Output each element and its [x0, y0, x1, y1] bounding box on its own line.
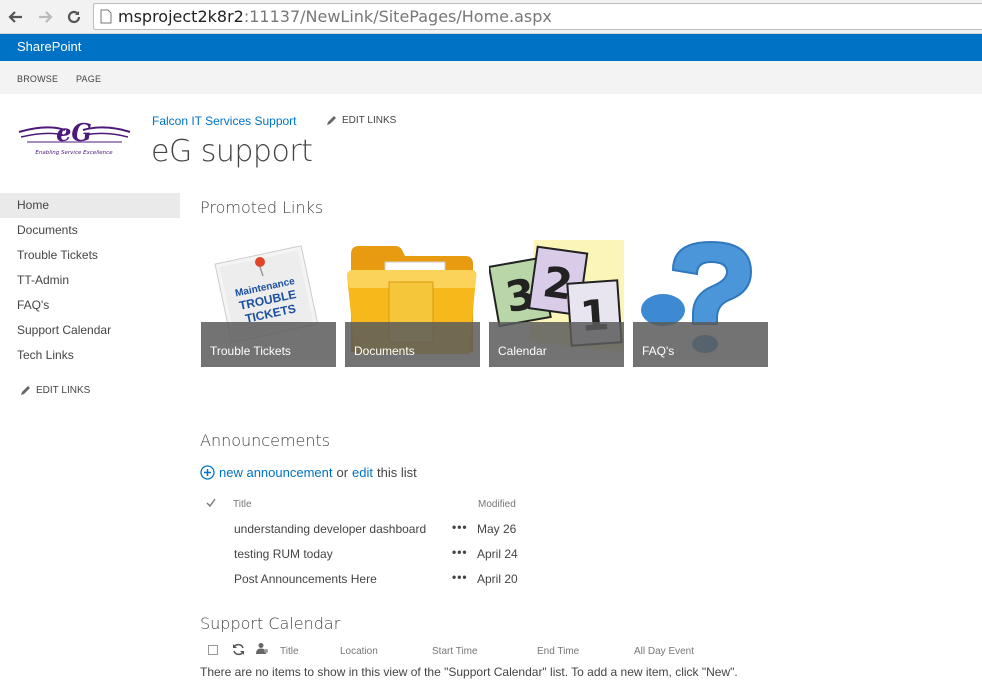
- column-title[interactable]: Title: [233, 499, 252, 510]
- nav-item-documents[interactable]: Documents: [0, 218, 180, 243]
- url-host: msproject2k8r2: [118, 7, 244, 26]
- tile-trouble-tickets[interactable]: Maintenance TROUBLE TICKETS Trouble Tick…: [201, 232, 336, 367]
- nav-item-support-calendar[interactable]: Support Calendar: [0, 318, 180, 343]
- pencil-icon: [20, 385, 31, 396]
- nav-item-tech-links[interactable]: Tech Links: [0, 343, 180, 368]
- url-path: :11137/NewLink/SitePages/Home.aspx: [243, 7, 552, 26]
- site-logo[interactable]: eG Enabling Service Excellence: [17, 110, 132, 160]
- edit-links-label: EDIT LINKS: [342, 115, 397, 126]
- quick-launch: Home Documents Trouble Tickets TT-Admin …: [0, 193, 180, 368]
- edit-links-top[interactable]: EDIT LINKS: [326, 115, 396, 126]
- logo-text: eG: [56, 118, 92, 147]
- nav-item-trouble-tickets[interactable]: Trouble Tickets: [0, 243, 180, 268]
- announcement-modified: May 26: [477, 522, 517, 536]
- add-icon[interactable]: [200, 465, 215, 480]
- tile-faqs[interactable]: FAQ's: [633, 232, 768, 367]
- tile-label: Documents: [345, 322, 480, 367]
- new-announcement-link[interactable]: new announcement: [219, 465, 332, 480]
- support-calendar-heading: Support Calendar: [200, 614, 341, 633]
- announcement-title[interactable]: testing RUM today: [234, 547, 333, 561]
- announcements-heading: Announcements: [200, 431, 331, 450]
- announcement-modified: April 20: [477, 572, 518, 586]
- edit-links-label: EDIT LINKS: [36, 385, 91, 396]
- site-breadcrumb-link[interactable]: Falcon IT Services Support: [152, 114, 297, 128]
- checkmark-icon[interactable]: [206, 498, 216, 508]
- nav-item-tt-admin[interactable]: TT-Admin: [0, 268, 180, 293]
- announcement-actions: new announcement or edit this list: [200, 465, 417, 480]
- column-start-time[interactable]: Start Time: [432, 646, 478, 657]
- tile-documents[interactable]: Documents: [345, 232, 480, 367]
- announcement-title[interactable]: Post Announcements Here: [234, 572, 377, 586]
- tab-browse[interactable]: BROWSE: [17, 74, 58, 84]
- ribbon: BROWSE PAGE: [0, 61, 982, 94]
- tile-label: FAQ's: [633, 322, 768, 367]
- or-text: or: [336, 465, 349, 480]
- this-list-text: this list: [377, 465, 417, 480]
- announcement-title[interactable]: understanding developer dashboard: [234, 522, 426, 536]
- edit-list-link[interactable]: edit: [352, 465, 373, 480]
- address-bar[interactable]: msproject2k8r2:11137/NewLink/SitePages/H…: [93, 3, 982, 30]
- pencil-icon: [326, 115, 337, 126]
- tab-page[interactable]: PAGE: [76, 74, 101, 84]
- edit-links-nav[interactable]: EDIT LINKS: [20, 385, 90, 396]
- column-title[interactable]: Title: [280, 646, 299, 657]
- item-menu-button[interactable]: •••: [452, 570, 468, 584]
- nav-item-faqs[interactable]: FAQ's: [0, 293, 180, 318]
- promoted-links-heading: Promoted Links: [200, 198, 324, 217]
- column-modified[interactable]: Modified: [478, 499, 516, 510]
- forward-icon[interactable]: [34, 6, 56, 28]
- recurrence-icon: [232, 643, 245, 656]
- nav-item-home[interactable]: Home: [0, 193, 180, 218]
- suite-bar: SharePoint: [0, 34, 982, 61]
- tile-calendar[interactable]: 3 2 1 Calendar: [489, 232, 624, 367]
- site-title[interactable]: eG support: [151, 134, 313, 169]
- sharepoint-brand[interactable]: SharePoint: [17, 39, 81, 54]
- column-all-day-event[interactable]: All Day Event: [634, 646, 694, 657]
- tile-label: Calendar: [489, 322, 624, 367]
- item-menu-button[interactable]: •••: [452, 520, 468, 534]
- column-end-time[interactable]: End Time: [537, 646, 579, 657]
- page-icon: [100, 9, 112, 24]
- attendees-icon: [256, 642, 269, 655]
- empty-list-message: There are no items to show in this view …: [200, 665, 738, 679]
- item-menu-button[interactable]: •••: [452, 545, 468, 559]
- tile-label: Trouble Tickets: [201, 322, 336, 367]
- announcement-modified: April 24: [477, 547, 518, 561]
- logo-tagline: Enabling Service Excellence: [35, 150, 113, 156]
- back-icon[interactable]: [5, 6, 27, 28]
- browser-toolbar: msproject2k8r2:11137/NewLink/SitePages/H…: [0, 0, 982, 34]
- reload-icon[interactable]: [63, 6, 85, 28]
- select-all-checkbox[interactable]: [208, 645, 218, 655]
- column-location[interactable]: Location: [340, 646, 378, 657]
